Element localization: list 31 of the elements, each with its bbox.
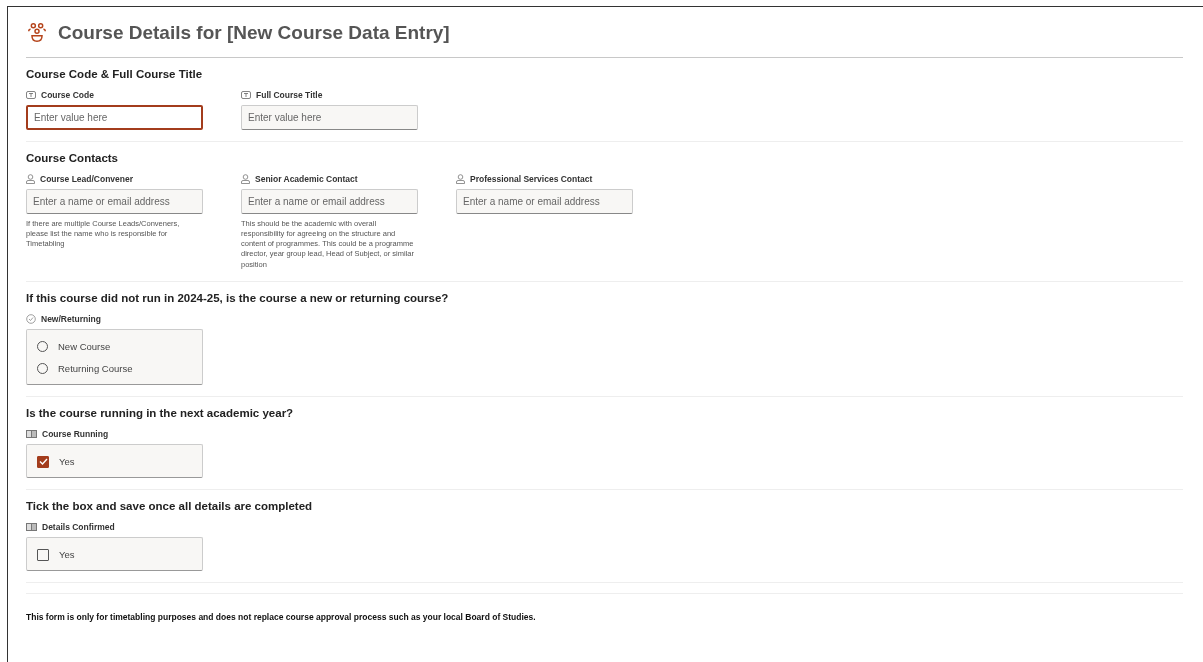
field-label: New/Returning	[41, 313, 101, 324]
input-field[interactable]: Enter value here	[26, 105, 203, 130]
text-field-icon	[26, 91, 36, 99]
option-label: Yes	[59, 456, 75, 468]
person-icon	[26, 174, 35, 184]
section-heading: If this course did not run in 2024-25, is the course a new or returning course?	[26, 291, 450, 304]
section-heading: Course Contacts	[26, 152, 120, 164]
field-label: Full Course Title	[256, 90, 323, 100]
toggle-icon	[26, 429, 37, 438]
text-field-icon	[241, 91, 251, 99]
people-icon	[26, 22, 48, 44]
checkbox[interactable]	[37, 455, 49, 468]
option-label: Returning Course	[58, 363, 133, 375]
check-circle-icon	[26, 313, 36, 324]
field-label: Senior Academic Contact	[255, 174, 358, 184]
option-label: Yes	[59, 549, 75, 561]
option-label: New Course	[58, 341, 111, 353]
section-heading: Is the course running in the next academic year?	[26, 406, 295, 419]
page-title: Course Details for [New Course Data Entry]	[58, 22, 450, 44]
footer-note: This form is only for timetabling purposes and does not replace course approval process such as your local Board of Studies.	[26, 611, 537, 622]
field-label: Details Confirmed	[42, 521, 115, 532]
checkbox[interactable]	[37, 548, 49, 561]
section-heading: Tick the box and save once all details are completed	[26, 499, 314, 512]
field-label: Course Code	[41, 90, 94, 100]
toggle-icon	[26, 522, 37, 531]
field-label: Professional Services Contact	[470, 174, 593, 184]
person-icon	[241, 174, 250, 184]
person-icon	[456, 174, 465, 184]
section-heading: Course Code & Full Course Title	[26, 68, 204, 80]
field-label: Course Lead/Convener	[40, 174, 134, 184]
field-label: Course Running	[42, 428, 109, 439]
